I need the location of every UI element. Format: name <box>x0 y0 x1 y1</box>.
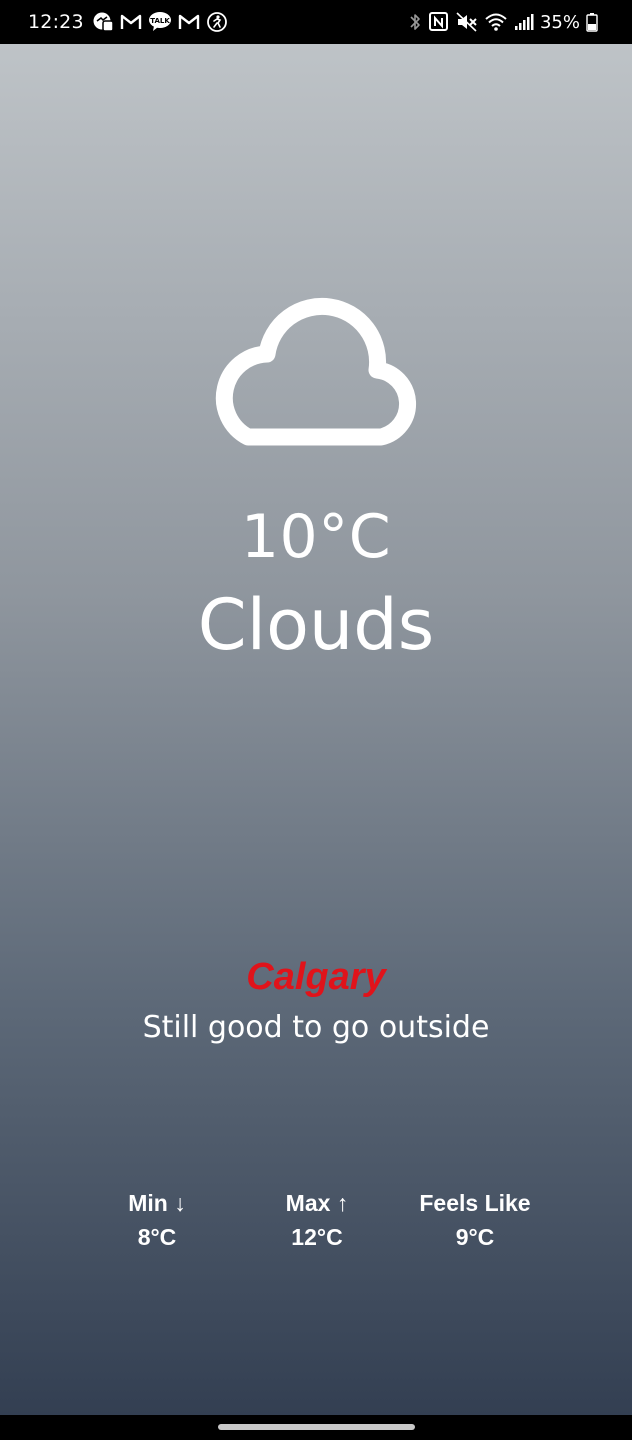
status-bar-left: 12:23 TALK <box>28 11 234 33</box>
status-time: 12:23 <box>28 11 84 33</box>
max-temp-value: 12°C <box>291 1224 343 1250</box>
battery-icon <box>586 12 598 32</box>
min-temp-label: Min ↓ <box>128 1190 186 1216</box>
navigation-bar <box>0 1415 632 1440</box>
weather-message: Still good to go outside <box>142 1010 490 1045</box>
feels-like-value: 9°C <box>455 1224 495 1250</box>
status-bar: 12:23 TALK 35% <box>0 0 632 44</box>
accessibility-icon <box>206 11 228 33</box>
home-gesture-handle[interactable] <box>218 1424 415 1430</box>
weather-panel: 10°C Clouds Calgary Still good to go out… <box>0 44 632 1415</box>
cloud-icon <box>196 292 436 456</box>
status-bar-right: 35% <box>408 12 604 33</box>
wifi-icon <box>484 12 508 32</box>
max-temp-stat: Max ↑ 12°C <box>227 1186 407 1254</box>
battery-percent: 35% <box>539 11 580 33</box>
messenger-icon <box>92 11 114 33</box>
max-temp-label: Max ↑ <box>285 1190 349 1216</box>
svg-text:TALK: TALK <box>150 17 170 25</box>
nfc-icon <box>428 12 450 32</box>
weather-condition: Clouds <box>197 584 435 666</box>
kakaotalk-icon: TALK <box>148 11 172 33</box>
mute-icon <box>456 12 478 32</box>
app-screen: 12:23 TALK 35% 10°C Clouds Calgary Still… <box>0 0 632 1440</box>
bluetooth-icon <box>408 12 422 32</box>
min-temp-value: 8°C <box>137 1224 177 1250</box>
temperature: 10°C <box>240 502 392 572</box>
min-temp-stat: Min ↓ 8°C <box>67 1186 247 1254</box>
signal-icon <box>514 12 534 32</box>
feels-like-label: Feels Like <box>419 1190 531 1216</box>
feels-like-stat: Feels Like 9°C <box>385 1186 565 1254</box>
city-name: Calgary <box>246 956 386 998</box>
gmail-icon <box>120 13 142 31</box>
temperature-stats: Min ↓ 8°C Max ↑ 12°C Feels Like 9°C <box>0 1186 632 1266</box>
gmail-icon <box>178 13 200 31</box>
